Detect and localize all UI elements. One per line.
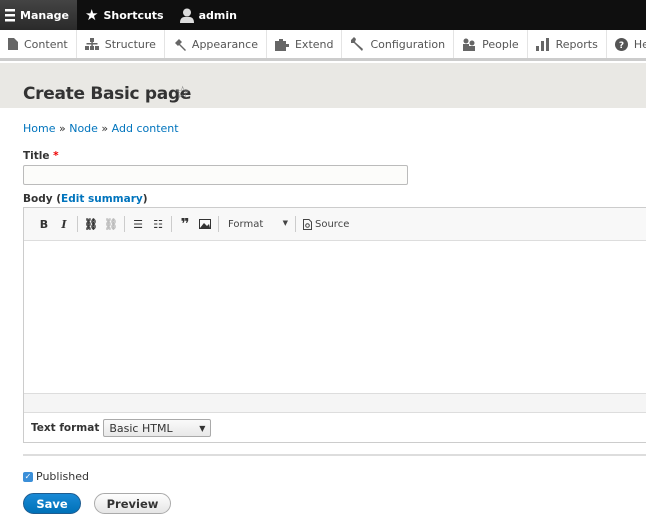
wrench-icon bbox=[351, 37, 364, 51]
page-title: Create Basic page bbox=[23, 84, 192, 104]
bold-button[interactable]: B bbox=[34, 214, 54, 234]
published-label: Published bbox=[36, 470, 89, 483]
tray-item-appearance[interactable]: Appearance bbox=[165, 30, 267, 58]
text-format-row: Text format Basic HTML ▼ bbox=[24, 413, 646, 443]
puzzle-icon bbox=[274, 38, 289, 51]
breadcrumb-separator: » bbox=[97, 122, 112, 135]
toolbar-divider bbox=[218, 216, 219, 232]
tray-label: Help bbox=[633, 37, 646, 51]
toolbar-divider bbox=[171, 216, 172, 232]
user-tab[interactable]: admin bbox=[172, 0, 245, 30]
published-checkbox[interactable]: ✓ bbox=[23, 471, 33, 482]
admin-tray: Content Structure Appearance Extend Conf… bbox=[0, 30, 646, 61]
people-icon bbox=[463, 38, 476, 51]
body-editor: B I ⛓ ⛓ ☰ ☷ ❞ Format ▼ Source Text format… bbox=[23, 207, 646, 443]
title-label-text: Title bbox=[23, 150, 50, 162]
breadcrumb-home[interactable]: Home bbox=[23, 122, 55, 135]
admin-toolbar: Manage ★ Shortcuts admin bbox=[0, 0, 646, 30]
editor-path-bar bbox=[24, 393, 646, 413]
tray-label: Extend bbox=[294, 37, 334, 51]
title-input[interactable] bbox=[23, 165, 408, 185]
link-icon[interactable]: ⛓ bbox=[81, 214, 101, 234]
tray-item-help[interactable]: ? Help bbox=[607, 30, 646, 58]
breadcrumb: Home » Node » Add content bbox=[23, 122, 179, 135]
required-mark: * bbox=[53, 150, 59, 162]
user-icon bbox=[179, 8, 194, 23]
tray-label: Reports bbox=[555, 37, 598, 51]
tray-item-extend[interactable]: Extend bbox=[267, 30, 343, 58]
help-icon: ? bbox=[614, 37, 628, 51]
manage-label: Manage bbox=[20, 8, 69, 22]
star-icon: ★ bbox=[85, 6, 99, 24]
body-label-text: Body ( bbox=[23, 193, 62, 205]
breadcrumb-add-content[interactable]: Add content bbox=[112, 122, 179, 135]
unlink-icon[interactable]: ⛓ bbox=[101, 214, 121, 234]
menu-icon bbox=[5, 9, 16, 22]
toolbar-divider bbox=[295, 216, 296, 232]
editor-content-area[interactable] bbox=[24, 241, 646, 393]
divider bbox=[23, 454, 646, 456]
breadcrumb-node[interactable]: Node bbox=[69, 122, 98, 135]
tray-label: Appearance bbox=[191, 37, 258, 51]
format-dropdown[interactable]: Format ▼ bbox=[222, 219, 292, 230]
published-checkbox-row[interactable]: ✓ Published bbox=[23, 470, 89, 483]
tray-label: Configuration bbox=[370, 37, 446, 51]
shortcuts-label: Shortcuts bbox=[103, 8, 164, 22]
brush-icon bbox=[174, 38, 186, 51]
source-label: Source bbox=[315, 218, 350, 230]
editor-toolbar: B I ⛓ ⛓ ☰ ☷ ❞ Format ▼ Source bbox=[24, 208, 646, 241]
dropdown-arrow-icon: ▼ bbox=[282, 218, 288, 227]
text-format-value: Basic HTML bbox=[109, 421, 173, 435]
numbered-list-icon[interactable]: ☷ bbox=[148, 214, 168, 234]
tray-label: People bbox=[482, 37, 519, 51]
breadcrumb-separator: » bbox=[55, 122, 70, 135]
svg-text:?: ? bbox=[619, 41, 624, 51]
title-label: Title * bbox=[23, 150, 59, 162]
italic-button[interactable]: I bbox=[54, 214, 74, 234]
toolbar-divider bbox=[77, 216, 78, 232]
format-label: Format bbox=[228, 218, 264, 230]
tray-item-reports[interactable]: Reports bbox=[528, 30, 607, 58]
file-icon bbox=[8, 38, 18, 50]
shortcuts-tab[interactable]: ★ Shortcuts bbox=[77, 0, 172, 30]
tray-label: Structure bbox=[104, 37, 156, 51]
tray-item-content[interactable]: Content bbox=[0, 30, 77, 58]
tray-label: Content bbox=[24, 37, 68, 51]
text-format-label: Text format bbox=[31, 422, 100, 434]
edit-summary-link[interactable]: Edit summary bbox=[61, 193, 143, 205]
source-icon bbox=[303, 218, 312, 230]
toolbar-divider bbox=[124, 216, 125, 232]
save-button[interactable]: Save bbox=[23, 493, 81, 514]
bar-chart-icon bbox=[535, 37, 549, 51]
tray-item-structure[interactable]: Structure bbox=[77, 30, 165, 58]
user-label: admin bbox=[198, 8, 237, 22]
blockquote-icon[interactable]: ❞ bbox=[175, 214, 195, 234]
tray-item-configuration[interactable]: Configuration bbox=[342, 30, 455, 58]
body-label-close: ) bbox=[142, 193, 148, 205]
dropdown-arrow-icon: ▼ bbox=[199, 423, 206, 433]
source-button[interactable]: Source bbox=[299, 218, 350, 230]
sitemap-icon bbox=[84, 38, 99, 50]
tray-item-people[interactable]: People bbox=[454, 30, 528, 58]
bulleted-list-icon[interactable]: ☰ bbox=[128, 214, 148, 234]
manage-tab[interactable]: Manage bbox=[0, 0, 77, 30]
image-icon[interactable] bbox=[195, 214, 215, 234]
text-format-select[interactable]: Basic HTML ▼ bbox=[103, 419, 212, 437]
body-label: Body (Edit summary) bbox=[23, 193, 148, 205]
shortcut-star-icon[interactable]: ☆ bbox=[175, 83, 190, 103]
preview-button[interactable]: Preview bbox=[94, 493, 171, 514]
